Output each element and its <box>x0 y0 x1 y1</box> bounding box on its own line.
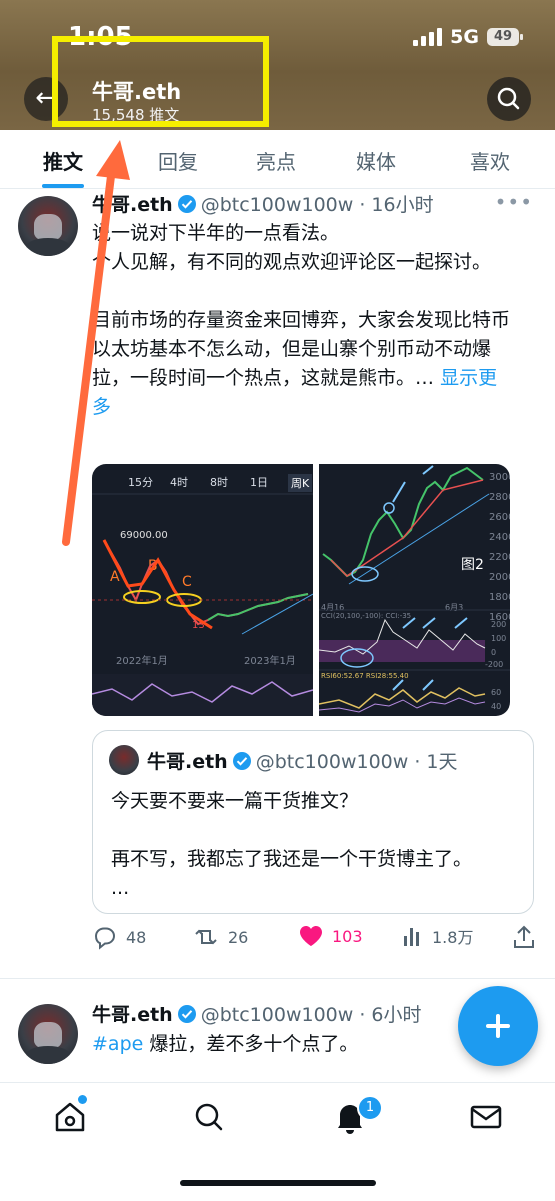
search-button[interactable] <box>487 77 531 121</box>
view-count: 1.8万 <box>432 928 474 947</box>
messages-icon <box>470 1105 502 1129</box>
quoted-tweet-text: 今天要不要来一篇干货推文？ 再不写，我都忘了我还是一个干货博主了。 ... <box>111 787 521 903</box>
like-button[interactable]: 103 <box>298 924 363 948</box>
verified-icon <box>177 1005 196 1023</box>
views-icon <box>404 928 419 946</box>
tweet-text-line <box>92 277 512 306</box>
more-icon[interactable]: ••• <box>495 190 533 214</box>
network-label: 5G <box>450 26 479 48</box>
share-button[interactable] <box>512 924 536 950</box>
reply-icon <box>94 927 116 950</box>
active-tab-indicator <box>42 184 84 188</box>
retweet-count: 26 <box>228 927 249 947</box>
reply-button[interactable]: 48 <box>92 924 146 950</box>
tab-media[interactable]: 媒体 <box>356 146 396 175</box>
search-icon <box>497 87 520 110</box>
quoted-text-line: ... <box>111 877 130 899</box>
quoted-text-line: 今天要不要来一篇干货推文？ <box>111 790 359 812</box>
tweet-divider <box>0 978 555 979</box>
tweet-text: #ape 爆拉，差不多十个点了。 <box>92 1030 512 1059</box>
quoted-tweet-header: 牛哥.eth @btc100w100w · 1天 <box>147 747 458 774</box>
retweet-icon <box>195 929 217 945</box>
quoted-author-name: 牛哥.eth <box>147 751 228 773</box>
tab-likes[interactable]: 喜欢 <box>470 146 510 175</box>
nav-explore[interactable] <box>189 1097 229 1137</box>
views-button[interactable]: 1.8万 <box>402 924 473 948</box>
status-indicators: 5G 49 <box>413 26 523 48</box>
tweet-header: 牛哥.eth @btc100w100w · 6小时 <box>92 1000 422 1027</box>
tweet-text: 说一说对下半年的一点看法。 个人见解，有不同的观点欢迎评论区一起探讨。 目前市场… <box>92 219 512 422</box>
tweet-text-line: 说一说对下半年的一点看法。 <box>92 222 340 244</box>
verified-icon <box>232 752 251 770</box>
candlestick-drawing <box>319 465 510 713</box>
tweet-text-line: 个人见解，有不同的观点欢迎评论区一起探讨。 <box>92 251 492 273</box>
share-icon <box>514 925 534 948</box>
home-indicator <box>180 1180 376 1186</box>
candlestick-drawing <box>92 493 313 716</box>
notifications-badge: 1 <box>357 1095 383 1121</box>
signal-icon <box>413 28 443 46</box>
like-icon <box>300 926 322 946</box>
hashtag-link[interactable]: #ape <box>92 1033 143 1055</box>
retweet-button[interactable]: 26 <box>192 924 248 950</box>
battery-icon: 49 <box>487 28 523 46</box>
tweet-image-chart-right[interactable]: 图 图2 30000 28000 26000 24000 22000 20000… <box>319 464 510 716</box>
home-unread-dot <box>78 1095 87 1104</box>
tweet-handle-time: @btc100w100w · 6小时 <box>200 1004 422 1026</box>
tweet-text-body: 爆拉，差不多十个点了。 <box>143 1033 359 1055</box>
tab-highlights[interactable]: 亮点 <box>256 146 296 175</box>
avatar[interactable] <box>18 1004 78 1064</box>
tweet-author-name[interactable]: 牛哥.eth <box>92 1004 173 1026</box>
tab-replies[interactable]: 回复 <box>158 146 198 175</box>
verified-icon <box>177 195 196 213</box>
compose-button[interactable] <box>458 986 538 1066</box>
like-count: 103 <box>332 926 363 946</box>
tweet-image-chart-left[interactable]: 15分 4时 8时 1日 周K 69000.00 2022年1月 2023年1月… <box>92 464 313 716</box>
tweet-text-line: 目前市场的存量资金来回博弈，大家会发现比特币以太坊基本不怎么动，但是山寨个别币动… <box>92 306 512 422</box>
tweet-author-name[interactable]: 牛哥.eth <box>92 194 173 216</box>
quoted-tweet[interactable]: 牛哥.eth @btc100w100w · 1天 今天要不要来一篇干货推文？ 再不… <box>92 730 534 914</box>
avatar[interactable] <box>18 196 78 256</box>
highlight-annotation-box <box>52 36 269 127</box>
nav-messages[interactable] <box>466 1097 506 1137</box>
explore-icon <box>195 1103 223 1131</box>
quoted-text-line: 再不写，我都忘了我还是一个干货博主了。 <box>111 848 473 870</box>
tweet-header: 牛哥.eth @btc100w100w · 16小时 <box>92 190 434 217</box>
profile-tabs: 推文 回复 亮点 媒体 喜欢 <box>0 130 555 189</box>
quoted-handle-time: @btc100w100w · 1天 <box>255 751 458 773</box>
tweet-handle-time: @btc100w100w · 16小时 <box>200 194 434 216</box>
reply-count: 48 <box>126 927 147 947</box>
avatar <box>109 745 139 775</box>
tweet-actions: 48 26 103 1.8万 <box>92 924 537 954</box>
tab-posts[interactable]: 推文 <box>43 146 83 175</box>
